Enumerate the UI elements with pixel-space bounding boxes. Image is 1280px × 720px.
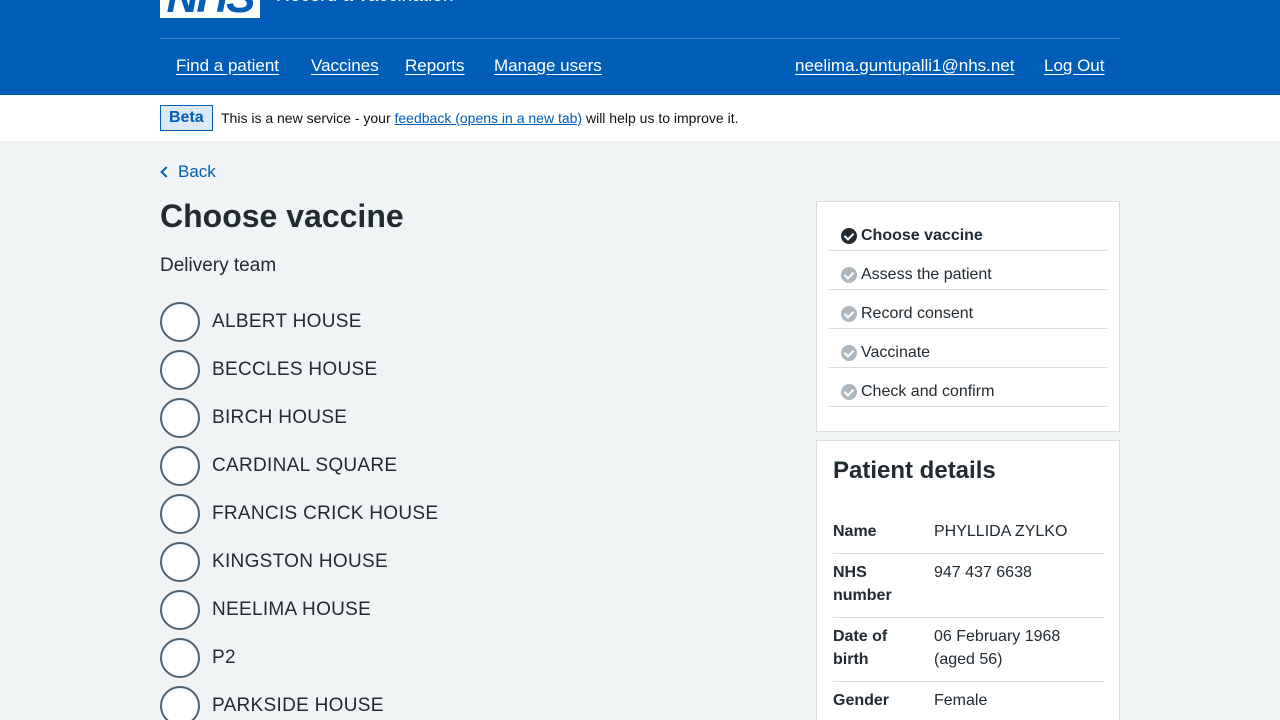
feedback-link[interactable]: feedback (opens in a new tab)	[395, 110, 583, 126]
radio-label[interactable]: PARKSIDE HOUSE	[212, 693, 384, 719]
radio-input[interactable]	[160, 398, 200, 438]
service-name[interactable]: Record a vaccination	[276, 0, 453, 8]
nhs-logo[interactable]: NHS	[160, 0, 260, 20]
site-header: NHS Record a vaccination Find a patient …	[0, 0, 1280, 95]
row-value: 06 February 1968 (aged 56)	[934, 628, 1061, 668]
row-key: Gender	[833, 692, 890, 709]
radio-input[interactable]	[160, 446, 200, 486]
step-choose-vaccine: Choose vaccine	[829, 212, 1107, 251]
patient-details-card: Patient details Name PHYLLIDA ZYLKO NHS …	[816, 440, 1120, 720]
radio-input[interactable]	[160, 350, 200, 390]
header-divider	[160, 38, 1120, 39]
step-label: Assess the patient	[861, 266, 992, 283]
radio-label[interactable]: P2	[212, 645, 236, 671]
radio-input[interactable]	[160, 686, 200, 720]
radio-input[interactable]	[160, 302, 200, 342]
delivery-team-legend: Delivery team	[160, 255, 277, 276]
step-vaccinate: Vaccinate	[829, 329, 1107, 368]
nav-vaccines[interactable]: Vaccines	[311, 54, 379, 78]
step-label: Choose vaccine	[861, 227, 983, 244]
patient-row-date-of-birth: Date of birth 06 February 1968 (aged 56)	[833, 625, 1104, 682]
nav-manage-users[interactable]: Manage users	[494, 54, 602, 78]
nav-find-a-patient[interactable]: Find a patient	[176, 54, 279, 78]
beta-tag: Beta	[160, 105, 213, 131]
radio-label[interactable]: ALBERT HOUSE	[212, 309, 362, 335]
nav-user-account[interactable]: neelima.guntupalli1@nhs.net	[795, 54, 1015, 78]
check-circle-icon	[841, 267, 857, 283]
patient-row-nhs-number: NHS number 947 437 6638	[833, 561, 1104, 618]
step-label: Check and confirm	[861, 383, 995, 400]
back-link[interactable]: Back	[160, 160, 216, 184]
radio-input[interactable]	[160, 542, 200, 582]
patient-row-name: Name PHYLLIDA ZYLKO	[833, 520, 1104, 554]
check-circle-icon	[841, 345, 857, 361]
page-title: Choose vaccine	[160, 198, 404, 234]
log-out-link[interactable]: Log Out	[1044, 54, 1105, 78]
progress-steps: Choose vaccine Assess the patient Record…	[816, 201, 1120, 432]
radio-label[interactable]: NEELIMA HOUSE	[212, 597, 371, 623]
row-key: Name	[833, 523, 877, 540]
step-label: Record consent	[861, 305, 974, 322]
beta-text: This is a new service - your feedback (o…	[221, 110, 738, 126]
check-circle-icon	[841, 306, 857, 322]
back-label: Back	[178, 162, 216, 181]
step-check-and-confirm: Check and confirm	[829, 368, 1107, 407]
beta-text-before: This is a new service - your	[221, 110, 395, 126]
row-key: Date of birth	[833, 628, 888, 668]
chevron-left-icon	[160, 166, 172, 178]
radio-input[interactable]	[160, 638, 200, 678]
row-value: Female	[934, 692, 988, 709]
check-circle-icon	[841, 228, 857, 244]
step-record-consent: Record consent	[829, 290, 1107, 329]
row-value: PHYLLIDA ZYLKO	[934, 523, 1068, 540]
beta-banner: Beta This is a new service - your feedba…	[0, 95, 1280, 141]
step-label: Vaccinate	[861, 344, 931, 361]
nhs-logo-text: NHS	[160, 0, 260, 20]
radio-label[interactable]: BECCLES HOUSE	[212, 357, 377, 383]
check-circle-icon	[841, 384, 857, 400]
step-assess-the-patient: Assess the patient	[829, 251, 1107, 290]
radio-label[interactable]: FRANCIS CRICK HOUSE	[212, 501, 438, 527]
radio-label[interactable]: BIRCH HOUSE	[212, 405, 347, 431]
radio-label[interactable]: CARDINAL SQUARE	[212, 453, 397, 479]
radio-label[interactable]: KINGSTON HOUSE	[212, 549, 388, 575]
patient-row-gender: Gender Female	[833, 689, 1104, 720]
radio-input[interactable]	[160, 590, 200, 630]
beta-text-after: will help us to improve it.	[582, 110, 739, 126]
patient-details-title: Patient details	[833, 457, 996, 484]
row-value: 947 437 6638	[934, 564, 1032, 581]
radio-input[interactable]	[160, 494, 200, 534]
row-key: NHS number	[833, 564, 892, 604]
nav-reports[interactable]: Reports	[405, 54, 465, 78]
